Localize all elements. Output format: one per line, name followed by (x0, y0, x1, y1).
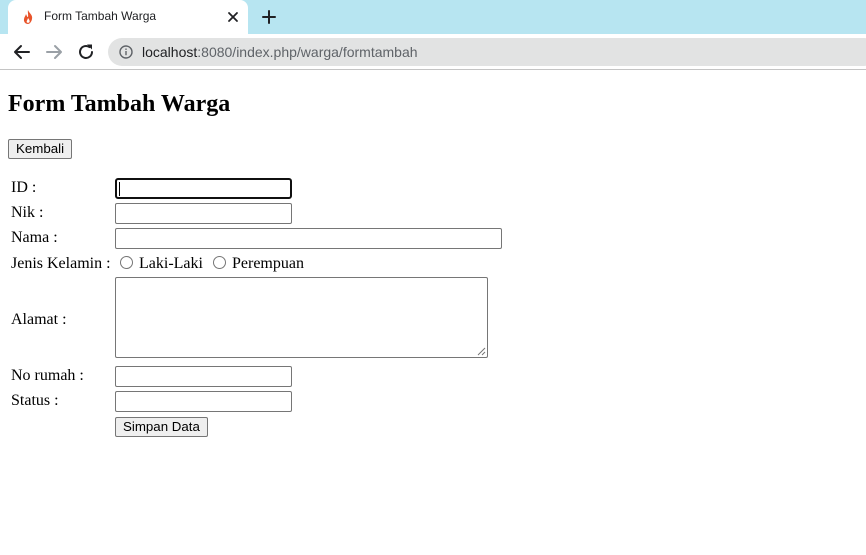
radio-perempuan[interactable] (213, 256, 226, 269)
page-title: Form Tambah Warga (8, 91, 231, 117)
resize-grip-icon[interactable] (477, 347, 486, 356)
id-input[interactable] (115, 178, 292, 199)
back-arrow-icon[interactable] (12, 42, 32, 62)
url-host: localhost (142, 44, 198, 60)
text-caret (119, 182, 120, 196)
back-button[interactable]: Kembali (8, 139, 73, 159)
gender-label: Jenis Kelamin : (11, 255, 111, 272)
browser-tab-strip: Form Tambah Warga (0, 0, 866, 34)
nik-input[interactable] (115, 203, 292, 224)
nama-label: Nama : (11, 229, 58, 246)
url-text: localhost:8080/index.php/warga/formtamba… (142, 44, 418, 60)
address-bar[interactable]: localhost:8080/index.php/warga/formtamba… (108, 38, 866, 66)
norumah-input[interactable] (115, 366, 292, 387)
browser-toolbar: localhost:8080/index.php/warga/formtamba… (0, 34, 866, 70)
radio-laki-laki[interactable] (120, 256, 133, 269)
forward-arrow-icon[interactable] (44, 42, 64, 62)
id-label: ID : (11, 179, 37, 196)
tab-title: Form Tambah Warga (44, 9, 157, 23)
radio-label-laki-laki: Laki-Laki (139, 255, 203, 272)
radio-label-perempuan: Perempuan (232, 255, 304, 272)
alamat-label: Alamat : (11, 311, 67, 328)
close-icon[interactable] (226, 10, 240, 24)
status-label: Status : (11, 392, 59, 409)
info-icon[interactable] (119, 45, 133, 59)
nama-input[interactable] (115, 228, 502, 249)
status-input[interactable] (115, 391, 292, 412)
submit-button[interactable]: Simpan Data (115, 417, 208, 437)
browser-tab[interactable]: Form Tambah Warga (8, 0, 248, 34)
new-tab-plus-icon[interactable] (261, 9, 277, 25)
norumah-label: No rumah : (11, 367, 84, 384)
url-path: :8080/index.php/warga/formtambah (197, 44, 418, 60)
nik-label: Nik : (11, 204, 44, 221)
reload-icon[interactable] (76, 42, 96, 62)
alamat-textarea[interactable] (115, 277, 488, 358)
flame-icon (23, 10, 33, 24)
